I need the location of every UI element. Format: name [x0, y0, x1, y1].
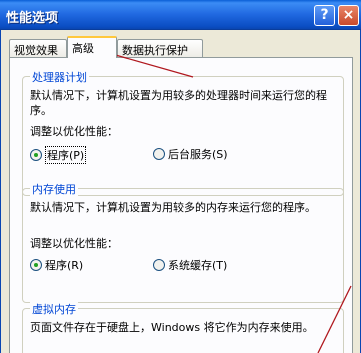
- memory-usage-heading: 内存使用: [30, 181, 78, 197]
- radio-label: 后台服务(S): [168, 148, 228, 161]
- close-button[interactable]: ×: [338, 5, 359, 26]
- radio-unselected-icon: [153, 148, 165, 160]
- tab-visual-effects[interactable]: 视觉效果: [9, 39, 67, 58]
- processor-options: 程序(P) 后台服务(S): [30, 146, 335, 164]
- processor-description: 默认情况下，计算机设置为用较多的处理器时间来运行您的程序。: [30, 89, 327, 117]
- radio-label: 程序(R): [45, 259, 84, 272]
- radio-memory-system-cache[interactable]: 系统缓存(T): [153, 257, 227, 273]
- processor-scheduling-heading: 处理器计划: [30, 69, 89, 85]
- radio-selected-icon: [30, 149, 42, 161]
- radio-unselected-icon: [153, 259, 165, 271]
- radio-label: 程序(P): [45, 146, 87, 164]
- memory-adjust-label: 调整以优化性能：: [30, 237, 118, 250]
- processor-scheduling-group: 处理器计划 默认情况下，计算机设置为用较多的处理器时间来运行您的程序。 调整以优…: [22, 69, 344, 196]
- advanced-panel: 处理器计划 默认情况下，计算机设置为用较多的处理器时间来运行您的程序。 调整以优…: [9, 57, 353, 353]
- memory-options: 程序(R) 系统缓存(T): [30, 257, 335, 273]
- title-bar: 性能选项 ? ×: [0, 0, 361, 30]
- virtual-memory-group: 虚拟内存 页面文件存在于硬盘上，Windows 将它作为内存来使用。: [22, 301, 344, 353]
- radio-processor-background-services[interactable]: 后台服务(S): [153, 146, 228, 162]
- virtual-memory-description: 页面文件存在于硬盘上，Windows 将它作为内存来使用。: [30, 321, 314, 334]
- radio-selected-icon: [30, 259, 42, 271]
- tab-advanced[interactable]: 高级: [67, 36, 117, 58]
- window-title: 性能选项: [6, 11, 59, 26]
- memory-usage-group: 内存使用 默认情况下，计算机设置为用较多的内存来运行您的程序。 调整以优化性能：…: [22, 181, 344, 303]
- radio-memory-programs[interactable]: 程序(R): [30, 257, 83, 273]
- tab-data-execution-prevention[interactable]: 数据执行保护: [117, 39, 203, 58]
- memory-description: 默认情况下，计算机设置为用较多的内存来运行您的程序。: [30, 201, 316, 214]
- dialog-body: 视觉效果 高级 数据执行保护 处理器计划 默认情况下，计算机设置为用较多的处理器…: [0, 30, 361, 353]
- processor-adjust-label: 调整以优化性能：: [30, 125, 118, 138]
- virtual-memory-heading: 虚拟内存: [30, 301, 78, 317]
- help-button[interactable]: ?: [314, 5, 335, 26]
- radio-processor-programs[interactable]: 程序(P): [30, 146, 87, 164]
- radio-label: 系统缓存(T): [168, 259, 228, 272]
